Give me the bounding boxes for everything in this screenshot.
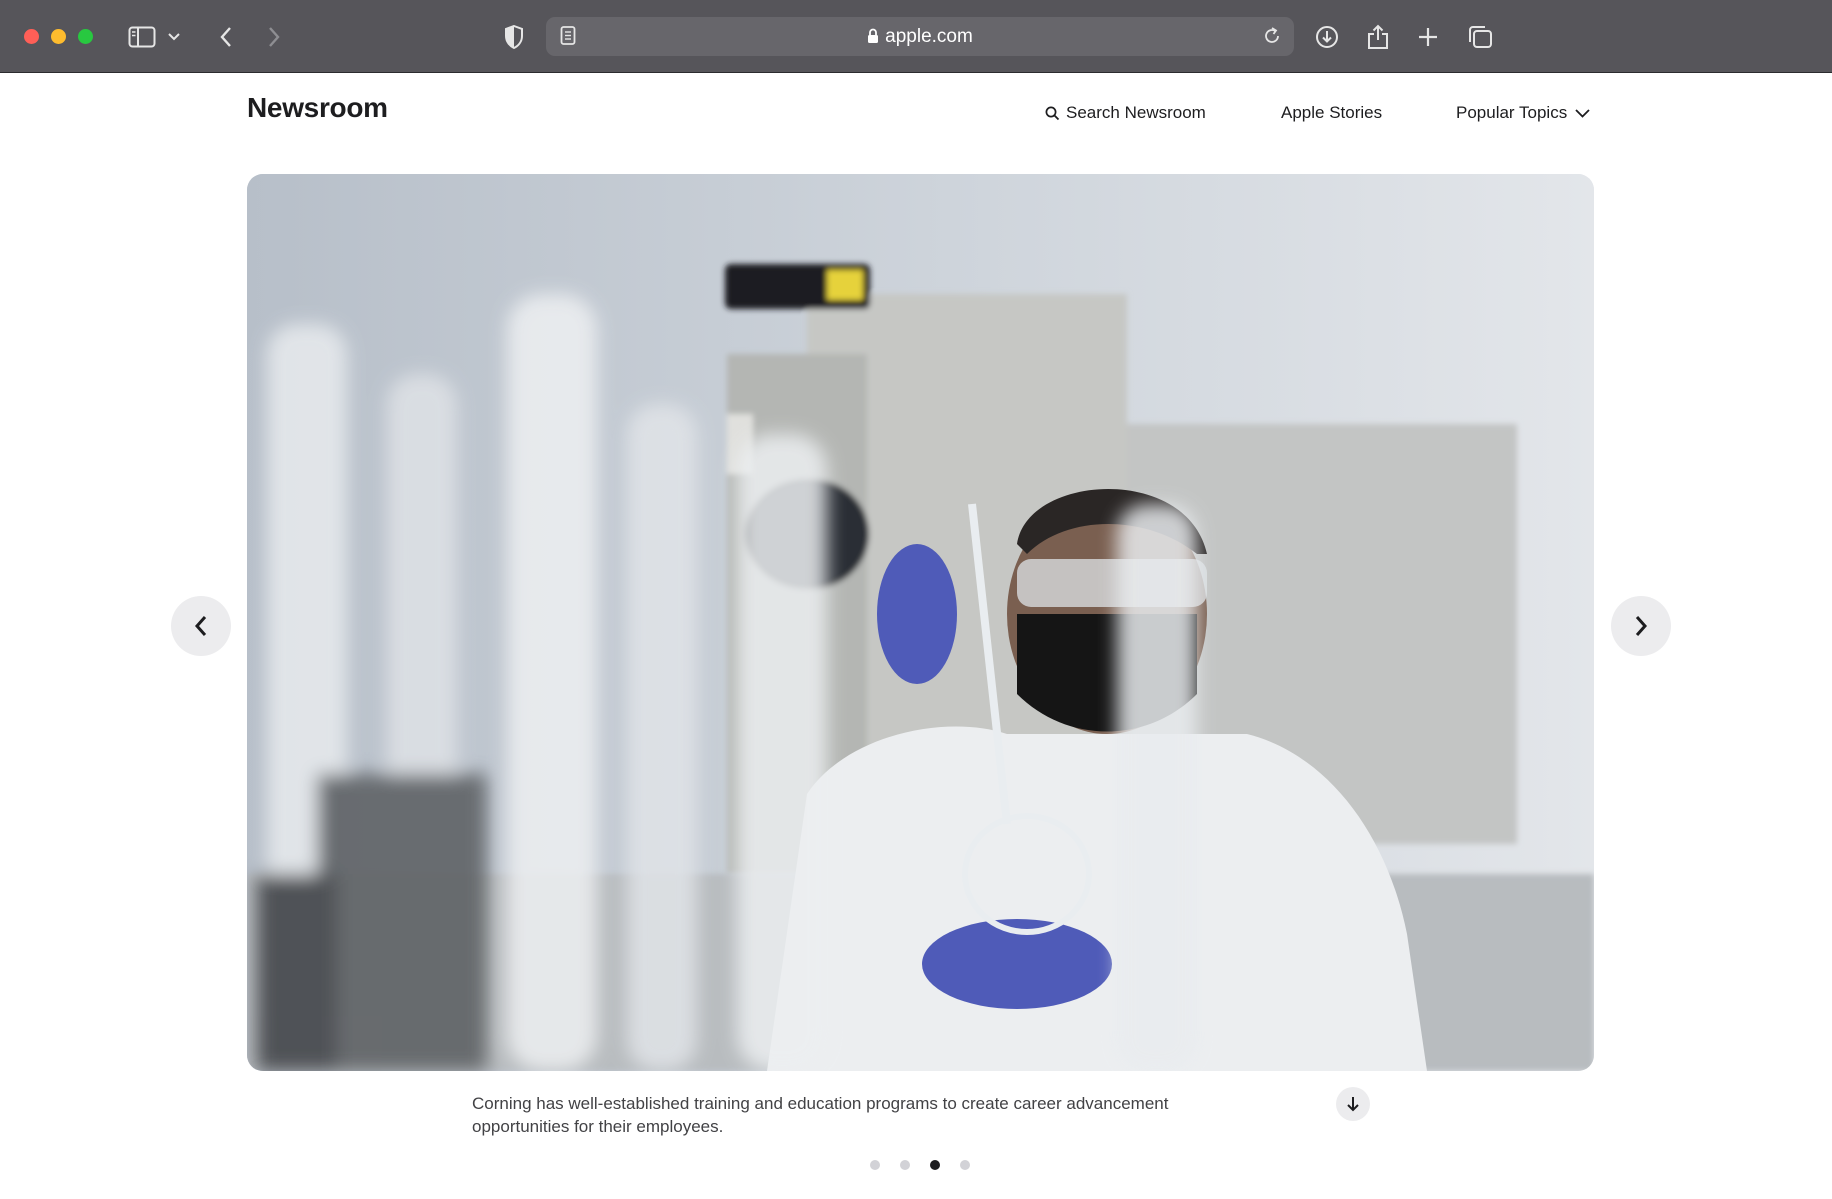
apple-stories-label: Apple Stories	[1281, 103, 1383, 122]
search-newsroom-link[interactable]: Search Newsroom	[1045, 103, 1206, 123]
next-slide-button[interactable]	[1611, 596, 1671, 656]
carousel-pagination	[870, 1160, 970, 1170]
search-icon	[1045, 106, 1060, 120]
sidebar-icon	[128, 26, 156, 48]
reload-icon	[1265, 27, 1279, 43]
chevron-down-icon	[1575, 108, 1590, 118]
sidebar-toggle-button[interactable]	[125, 20, 159, 54]
newsroom-logo[interactable]: Newsroom	[247, 92, 388, 124]
browser-toolbar: apple.com	[0, 0, 1832, 73]
chevron-right-icon	[1635, 616, 1648, 636]
tab-overview-button[interactable]	[1463, 20, 1497, 54]
forward-icon	[269, 27, 280, 47]
chevron-left-icon	[194, 616, 207, 636]
shield-icon	[505, 25, 523, 49]
pagination-dot[interactable]	[870, 1160, 880, 1170]
download-image-button[interactable]	[1336, 1087, 1370, 1121]
url-display: apple.com	[546, 17, 1294, 56]
plus-icon	[1419, 28, 1437, 46]
new-tab-button[interactable]	[1411, 20, 1445, 54]
popular-topics-menu[interactable]: Popular Topics	[1456, 103, 1590, 123]
address-bar[interactable]: apple.com	[546, 17, 1294, 56]
chevron-down-icon	[168, 33, 180, 41]
sidebar-menu-button[interactable]	[162, 20, 186, 54]
url-text: apple.com	[885, 26, 973, 47]
reload-button[interactable]	[1262, 26, 1282, 51]
zoom-window-button[interactable]	[78, 29, 93, 44]
minimize-window-button[interactable]	[51, 29, 66, 44]
privacy-report-button[interactable]	[497, 20, 531, 54]
pagination-dot[interactable]	[960, 1160, 970, 1170]
tabs-icon	[1469, 26, 1492, 48]
downloads-button[interactable]	[1310, 20, 1344, 54]
apple-stories-link[interactable]: Apple Stories	[1281, 103, 1382, 123]
close-window-button[interactable]	[24, 29, 39, 44]
back-icon	[220, 27, 231, 47]
lock-icon	[868, 28, 879, 43]
download-icon	[1316, 26, 1338, 48]
pagination-dot[interactable]	[900, 1160, 910, 1170]
forward-button[interactable]	[257, 20, 291, 54]
pagination-dot-active[interactable]	[930, 1160, 940, 1170]
hero-image	[247, 174, 1594, 1071]
share-button[interactable]	[1361, 20, 1395, 54]
arrow-down-icon	[1347, 1097, 1359, 1112]
previous-slide-button[interactable]	[171, 596, 231, 656]
back-button[interactable]	[209, 20, 243, 54]
search-newsroom-label: Search Newsroom	[1066, 103, 1206, 122]
image-caption: Corning has well-established training an…	[472, 1094, 1169, 1136]
share-icon	[1368, 24, 1388, 49]
popular-topics-label: Popular Topics	[1456, 103, 1568, 122]
